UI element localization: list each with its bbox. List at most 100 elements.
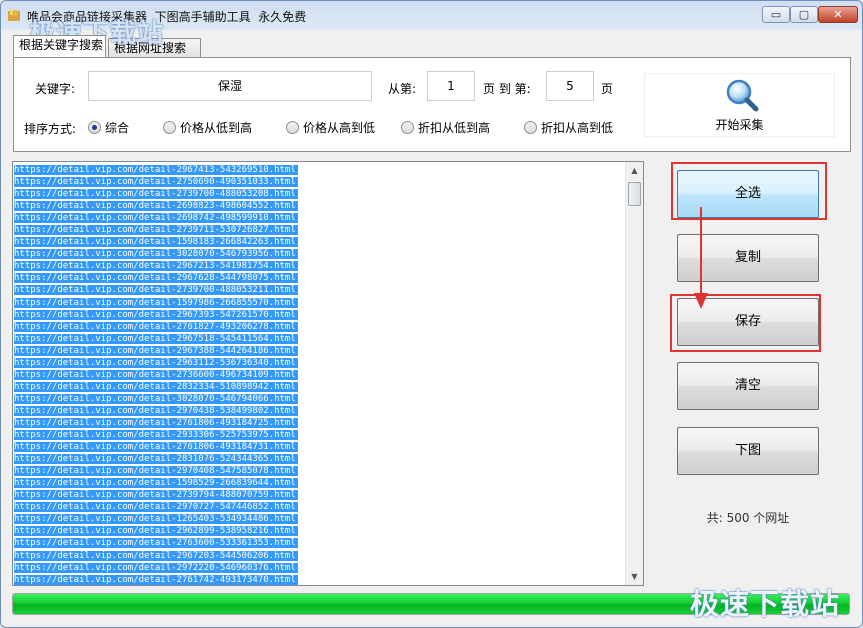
url-list-item[interactable]: https://detail.vip.com/detail-2750690-49… [14, 176, 626, 188]
vertical-scrollbar[interactable]: ▲ ▼ [625, 162, 643, 585]
url-list-item[interactable]: https://detail.vip.com/detail-1597986-26… [14, 297, 626, 309]
url-text: https://detail.vip.com/detail-2761806-49… [14, 442, 298, 453]
sort-option-label: 折扣从高到低 [541, 121, 614, 135]
url-list-item[interactable]: https://detail.vip.com/detail-2967203-54… [14, 550, 626, 562]
url-text: https://detail.vip.com/detail-2761742-49… [14, 574, 298, 585]
to-page-input[interactable]: 5 [546, 71, 594, 101]
url-list-item[interactable]: https://detail.vip.com/detail-2967628-54… [14, 272, 626, 284]
maximize-button[interactable]: ▢ [790, 6, 818, 23]
url-list-item[interactable]: https://detail.vip.com/detail-2698823-49… [14, 200, 626, 212]
url-list[interactable]: https://detail.vip.com/detail-2967413-54… [12, 161, 644, 586]
url-text: https://detail.vip.com/detail-2831076-52… [14, 454, 298, 465]
url-text: https://detail.vip.com/detail-2933306-52… [14, 430, 298, 441]
sort-option-label: 价格从高到低 [303, 121, 376, 135]
url-list-item[interactable]: https://detail.vip.com/detail-2967388-54… [14, 345, 626, 357]
url-text: https://detail.vip.com/detail-2698823-49… [14, 201, 298, 212]
keyword-input[interactable]: 保湿 [88, 71, 372, 101]
url-list-item[interactable]: https://detail.vip.com/detail-2739711-53… [14, 224, 626, 236]
url-list-item[interactable]: https://detail.vip.com/detail-1598183-26… [14, 236, 626, 248]
url-list-item[interactable]: https://detail.vip.com/detail-2739794-48… [14, 489, 626, 501]
select-all-button[interactable]: 全选 [677, 170, 819, 218]
scroll-up-icon[interactable]: ▲ [626, 162, 643, 179]
url-list-item[interactable]: https://detail.vip.com/detail-2761806-49… [14, 417, 626, 429]
url-text: https://detail.vip.com/detail-2739700-48… [14, 189, 298, 200]
url-text: https://detail.vip.com/detail-2967213-54… [14, 261, 298, 272]
url-text: https://detail.vip.com/detail-2972220-54… [14, 562, 298, 573]
sort-option-discount-desc[interactable]: 折扣从高到低 [524, 119, 613, 135]
url-text: https://detail.vip.com/detail-2761806-49… [14, 417, 298, 428]
copy-button[interactable]: 复制 [677, 234, 819, 282]
url-list-item[interactable]: https://detail.vip.com/detail-2736600-49… [14, 369, 626, 381]
save-button[interactable]: 保存 [677, 298, 819, 346]
url-text: https://detail.vip.com/detail-2739711-53… [14, 225, 298, 236]
url-list-item[interactable]: https://detail.vip.com/detail-2739700-48… [14, 284, 626, 296]
url-list-item[interactable]: https://detail.vip.com/detail-2967213-54… [14, 260, 626, 272]
url-text: https://detail.vip.com/detail-2963112-53… [14, 357, 298, 368]
radio-selected-icon [88, 121, 101, 134]
radio-icon [524, 121, 537, 134]
url-list-item[interactable]: https://detail.vip.com/detail-2933306-52… [14, 429, 626, 441]
url-text: https://detail.vip.com/detail-2970438-53… [14, 405, 298, 416]
to-page-label: 页 到 第: [483, 82, 531, 96]
window-title: 唯品会商品链接采集器 下图高手辅助工具 永久免费 [27, 10, 307, 24]
url-list-item[interactable]: https://detail.vip.com/detail-2832334-51… [14, 381, 626, 393]
start-collect-button[interactable]: 开始采集 [644, 73, 835, 137]
url-list-item[interactable]: https://detail.vip.com/detail-3028070-54… [14, 248, 626, 260]
radio-icon [286, 121, 299, 134]
url-list-item[interactable]: https://detail.vip.com/detail-2970408-54… [14, 465, 626, 477]
url-list-item[interactable]: https://detail.vip.com/detail-2963112-53… [14, 357, 626, 369]
url-text: https://detail.vip.com/detail-1597986-26… [14, 297, 298, 308]
url-text: https://detail.vip.com/detail-2970727-54… [14, 502, 298, 513]
url-list-item[interactable]: https://detail.vip.com/detail-2967413-54… [14, 164, 626, 176]
url-list-item[interactable]: https://detail.vip.com/detail-2972220-54… [14, 562, 626, 574]
url-list-item[interactable]: https://detail.vip.com/detail-2763600-53… [14, 537, 626, 549]
tab-keyword-search[interactable]: 根据关键字搜索 [13, 35, 106, 57]
progress-fill [13, 594, 849, 614]
url-text: https://detail.vip.com/detail-2967413-54… [14, 165, 298, 175]
url-text: https://detail.vip.com/detail-3028070-54… [14, 393, 298, 404]
url-list-item[interactable]: https://detail.vip.com/detail-2739700-48… [14, 188, 626, 200]
total-suffix: 个网址 [753, 511, 790, 525]
url-list-item[interactable]: https://detail.vip.com/detail-2962899-53… [14, 525, 626, 537]
download-images-button[interactable]: 下图 [677, 427, 819, 475]
clear-button[interactable]: 清空 [677, 362, 819, 410]
search-panel: 关键字: 保湿 从第: 1 页 到 第: 5 页 排序方式: 综合 价格从低到高… [13, 57, 851, 152]
url-list-item[interactable]: https://detail.vip.com/detail-1598529-26… [14, 477, 626, 489]
from-page-label: 从第: [388, 82, 417, 96]
sort-option-price-asc[interactable]: 价格从低到高 [163, 119, 252, 135]
url-list-item[interactable]: https://detail.vip.com/detail-2970438-53… [14, 405, 626, 417]
url-list-item[interactable]: https://detail.vip.com/detail-2761806-49… [14, 441, 626, 453]
url-text: https://detail.vip.com/detail-2962899-53… [14, 526, 298, 537]
url-text: https://detail.vip.com/detail-2832334-51… [14, 381, 298, 392]
app-window: 唯品会商品链接采集器 下图高手辅助工具 永久免费 ▭ ▢ ✕ 根据关键字搜索 根… [0, 0, 863, 628]
keyword-label: 关键字: [35, 82, 76, 96]
url-text: https://detail.vip.com/detail-1265403-53… [14, 514, 298, 525]
magnifier-icon [726, 79, 759, 112]
scroll-thumb[interactable] [628, 182, 641, 206]
url-list-item[interactable]: https://detail.vip.com/detail-2761742-49… [14, 574, 626, 585]
from-page-input[interactable]: 1 [427, 71, 475, 101]
url-list-item[interactable]: https://detail.vip.com/detail-2698742-49… [14, 212, 626, 224]
url-list-item[interactable]: https://detail.vip.com/detail-2970727-54… [14, 501, 626, 513]
sort-option-price-desc[interactable]: 价格从高到低 [286, 119, 375, 135]
progress-bar [12, 593, 850, 615]
sort-option-label: 综合 [105, 121, 130, 135]
sort-option-comprehensive[interactable]: 综合 [88, 119, 129, 135]
url-text: https://detail.vip.com/detail-2739794-48… [14, 490, 298, 501]
url-list-item[interactable]: https://detail.vip.com/detail-2967518-54… [14, 333, 626, 345]
url-list-item[interactable]: https://detail.vip.com/detail-2831076-52… [14, 453, 626, 465]
url-text: https://detail.vip.com/detail-2739700-48… [14, 285, 298, 296]
url-text: https://detail.vip.com/detail-2967628-54… [14, 273, 298, 284]
page-unit-label: 页 [601, 82, 614, 96]
title-bar[interactable]: 唯品会商品链接采集器 下图高手辅助工具 永久免费 ▭ ▢ ✕ [1, 1, 862, 31]
sort-option-discount-asc[interactable]: 折扣从低到高 [401, 119, 490, 135]
scroll-down-icon[interactable]: ▼ [626, 568, 643, 585]
sort-option-label: 价格从低到高 [180, 121, 253, 135]
close-button[interactable]: ✕ [818, 6, 858, 23]
minimize-button[interactable]: ▭ [762, 6, 790, 23]
tab-url-search[interactable]: 根据网址搜索 [108, 38, 201, 57]
url-list-item[interactable]: https://detail.vip.com/detail-2967393-54… [14, 309, 626, 321]
url-list-item[interactable]: https://detail.vip.com/detail-3028070-54… [14, 393, 626, 405]
url-list-item[interactable]: https://detail.vip.com/detail-2761827-49… [14, 321, 626, 333]
url-list-item[interactable]: https://detail.vip.com/detail-1265403-53… [14, 513, 626, 525]
